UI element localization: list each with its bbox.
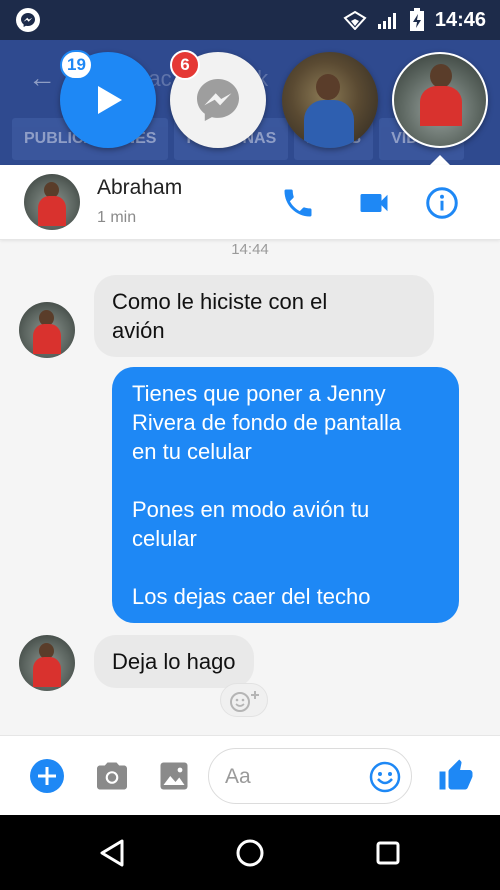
navigation-bar: [0, 815, 500, 890]
recents-square-icon: [376, 841, 400, 865]
message-bubble-incoming[interactable]: Como le hiciste con el avión: [94, 275, 434, 357]
emoji-icon[interactable]: [369, 761, 401, 793]
chat-head-abraham[interactable]: [392, 52, 488, 148]
message-input[interactable]: [225, 763, 365, 791]
composer: [0, 735, 500, 815]
phone-icon: [284, 189, 312, 217]
sender-avatar-shirt: [33, 324, 61, 354]
message-input-wrapper: [208, 748, 412, 804]
wifi-icon: [343, 10, 367, 30]
sender-avatar[interactable]: [19, 635, 75, 691]
add-reaction-button[interactable]: [220, 683, 268, 717]
home-circle-icon: [236, 839, 264, 867]
plus-icon: [30, 759, 64, 793]
like-button[interactable]: [438, 758, 474, 794]
thumbs-up-icon: [439, 759, 473, 790]
video-badge: 19: [60, 50, 93, 80]
message-text: Deja lo hago: [112, 649, 236, 674]
contact-name[interactable]: Abraham: [97, 176, 182, 200]
contact-photo-shirt: [304, 100, 354, 148]
video-call-button[interactable]: [356, 185, 392, 221]
message-text: Tienes que poner a Jenny Rivera de fondo…: [132, 381, 402, 609]
sender-avatar-shirt: [33, 657, 61, 687]
image-icon: [160, 762, 188, 790]
add-emoji-icon: [230, 691, 259, 712]
messenger-badge: 6: [170, 50, 200, 80]
recents-button[interactable]: [370, 835, 406, 871]
chat-head-contact[interactable]: [282, 52, 378, 148]
clock: 14:46: [434, 8, 486, 31]
info-icon: [426, 187, 458, 219]
battery-charging-icon: [409, 8, 424, 31]
camera-icon: [97, 762, 127, 790]
chat-panel: Abraham 1 min 14:44 Como le hiciste con …: [0, 165, 500, 815]
back-button[interactable]: [94, 835, 130, 871]
sender-avatar[interactable]: [19, 302, 75, 358]
home-button[interactable]: [232, 835, 268, 871]
message-text: Como le hiciste con el avión: [112, 289, 328, 343]
message-timestamp: 14:44: [231, 241, 269, 258]
avatar[interactable]: [24, 174, 80, 230]
signal-icon: [377, 13, 396, 29]
back-triangle-icon: [100, 839, 124, 867]
message-bubble-incoming[interactable]: Deja lo hago: [94, 635, 254, 688]
info-button[interactable]: [424, 185, 460, 221]
message-bubble-outgoing[interactable]: Tienes que poner a Jenny Rivera de fondo…: [112, 367, 459, 623]
call-button[interactable]: [280, 185, 316, 221]
abraham-photo-head: [430, 64, 452, 88]
chat-header: Abraham 1 min: [0, 165, 500, 240]
video-camera-icon: [360, 194, 388, 212]
back-arrow-icon: ←: [28, 62, 56, 93]
last-active: 1 min: [97, 209, 137, 226]
messenger-icon: [197, 79, 239, 121]
messenger-icon: [16, 8, 40, 32]
status-bar: 14:46: [0, 0, 500, 40]
gallery-button[interactable]: [156, 758, 192, 794]
contact-photo-head: [316, 74, 340, 100]
more-actions-button[interactable]: [29, 758, 65, 794]
play-icon: [98, 86, 122, 114]
avatar-shirt: [38, 196, 66, 226]
abraham-photo-shirt: [420, 86, 462, 126]
camera-button[interactable]: [94, 758, 130, 794]
